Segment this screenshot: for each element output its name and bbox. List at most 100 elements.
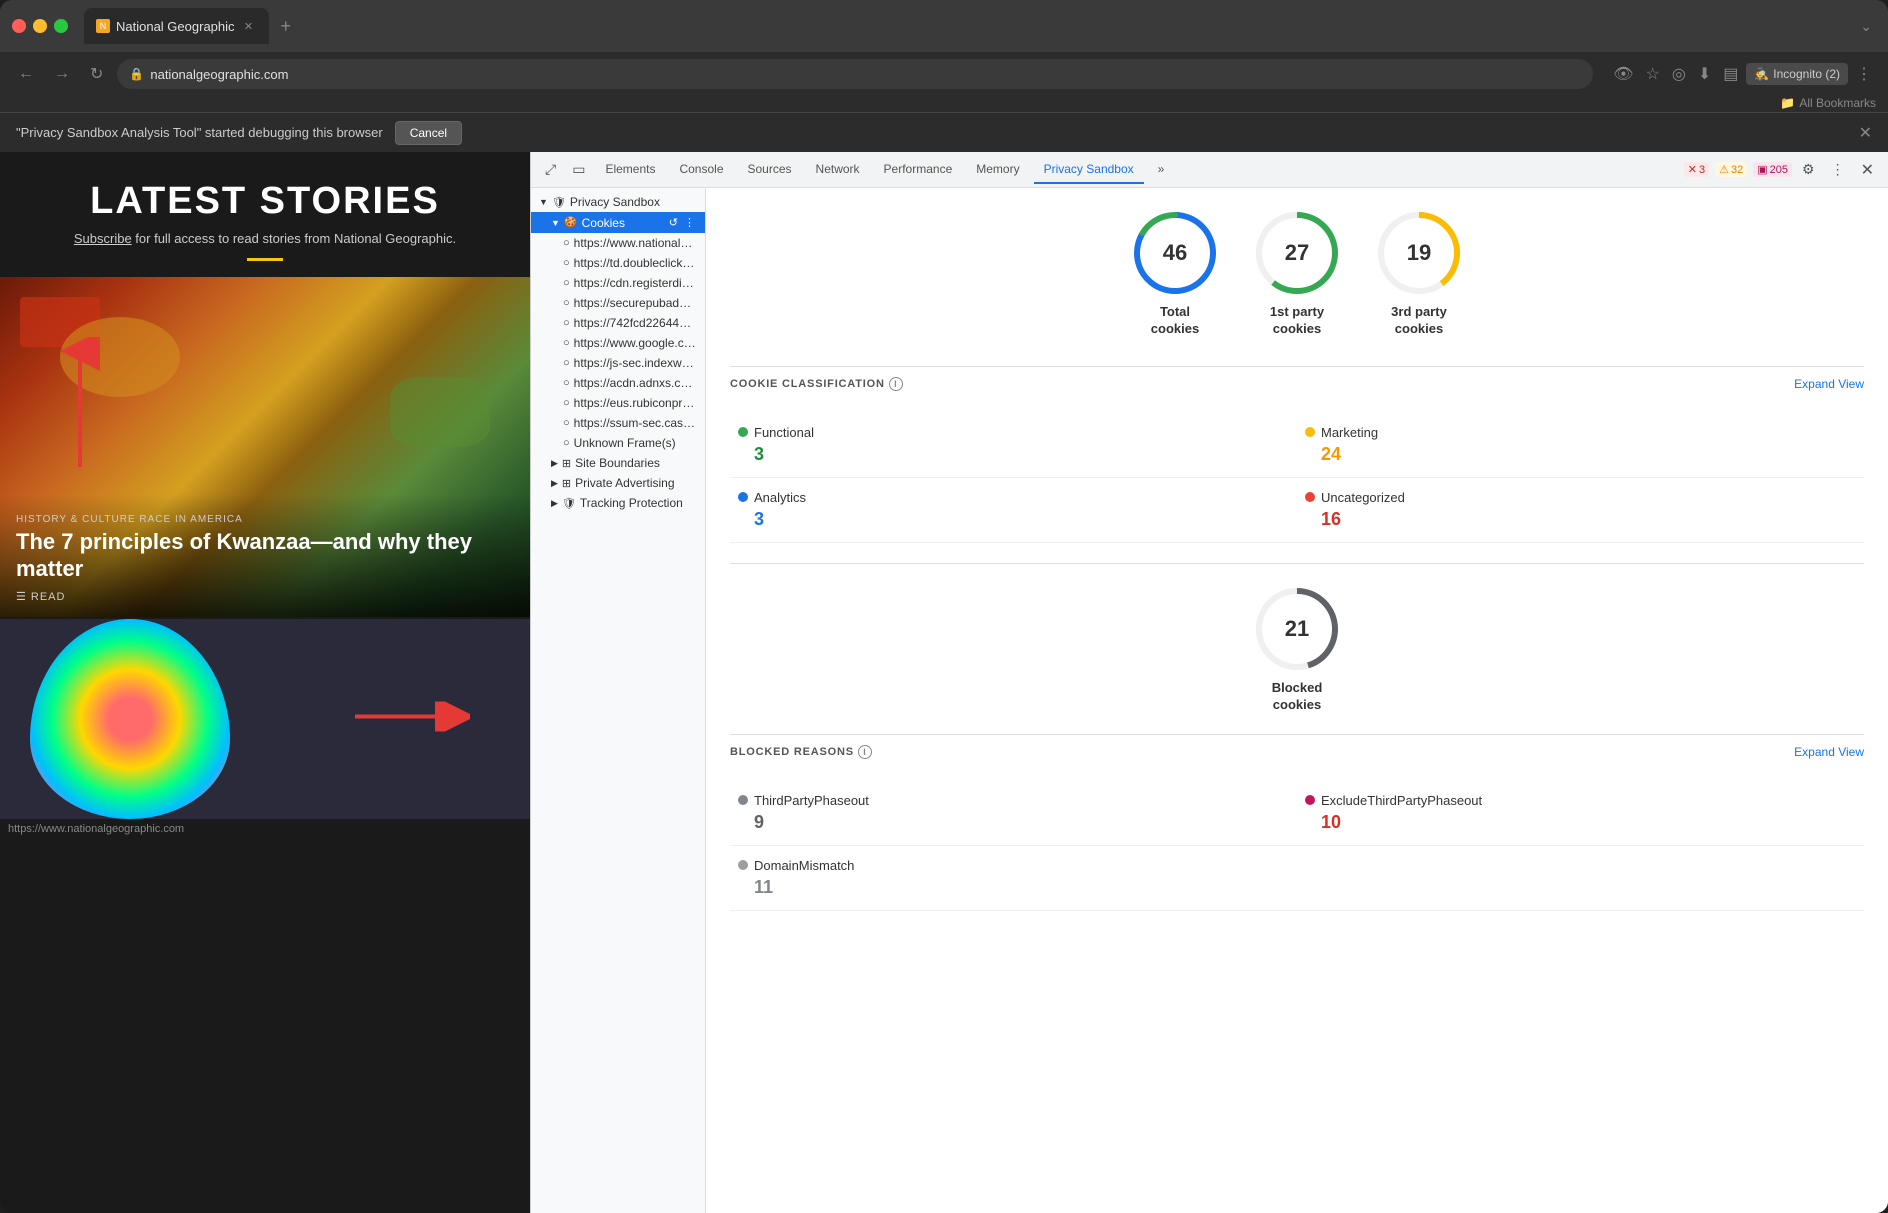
tree-item-cookies[interactable]: ▼ 🍪 Cookies ↺ ⋮	[531, 212, 705, 233]
subscribe-text: Subscribe for full access to read storie…	[20, 231, 510, 246]
lock-icon: 🔒	[129, 67, 144, 81]
close-window-button[interactable]	[12, 19, 26, 33]
tab-console[interactable]: Console	[669, 156, 733, 184]
tree-item-url7[interactable]: ○ https://js-sec.indexww.c...	[531, 353, 705, 373]
maximize-window-button[interactable]	[54, 19, 68, 33]
colorful-skull-image	[30, 619, 230, 819]
blocked-cookies-value: 21	[1285, 616, 1309, 642]
tree-item-url4[interactable]: ○ https://securepubads.g...	[531, 293, 705, 313]
read-label: READ	[31, 591, 66, 603]
tree-item-url9[interactable]: ○ https://eus.rubiconproje...	[531, 393, 705, 413]
hamburger-icon: ☰	[16, 590, 27, 603]
reload-button[interactable]: ↻	[84, 60, 109, 88]
cancel-debug-button[interactable]: Cancel	[395, 121, 462, 145]
tree-item-url8[interactable]: ○ https://acdn.adnxs.com...	[531, 373, 705, 393]
tree-item-tracking-protection[interactable]: ▶ 🛡 Tracking Protection	[531, 493, 705, 513]
blocked-reasons-info-icon[interactable]: i	[858, 745, 872, 759]
tree-label: Cookies	[582, 216, 625, 230]
info-count: 205	[1770, 164, 1788, 176]
minimize-window-button[interactable]	[33, 19, 47, 33]
tree-label: https://www.nationalge...	[574, 236, 697, 250]
tree-label: https://ssum-sec.casale...	[574, 416, 697, 430]
tab-privacy-sandbox[interactable]: Privacy Sandbox	[1034, 156, 1144, 184]
tab-elements[interactable]: Elements	[595, 156, 665, 184]
devtools-badges: ✕ 3 ⚠ 32 ▣ 205	[1684, 162, 1792, 177]
debug-close-button[interactable]: ✕	[1859, 123, 1872, 143]
menu-button[interactable]: ⋮	[1852, 60, 1876, 88]
tree-action-more[interactable]: ⋮	[682, 215, 697, 230]
tree-item-url3[interactable]: ○ https://cdn.registerdisne...	[531, 273, 705, 293]
exclude-third-party-count: 10	[1321, 812, 1856, 833]
tree-item-actions: ↺ ⋮	[667, 215, 697, 230]
back-button[interactable]: ←	[12, 61, 40, 87]
bookmark-star-icon[interactable]: ☆	[1642, 60, 1664, 88]
incognito-button[interactable]: 🕵 Incognito (2)	[1746, 63, 1848, 85]
devtools-panel: ⤢ ▭ Elements Console Sources Network Per…	[530, 152, 1888, 1213]
account-icon[interactable]: ◎	[1668, 60, 1690, 88]
third-party-cookies-label: 3rd partycookies	[1391, 304, 1447, 338]
forward-button[interactable]: →	[48, 61, 76, 87]
eye-off-icon[interactable]: 👁	[1609, 60, 1637, 88]
blocked-reasons-expand-button[interactable]: Expand View	[1794, 745, 1864, 759]
total-cookies-circle: 46	[1130, 208, 1220, 298]
tree-label: https://td.doubleclick.ne...	[574, 256, 697, 270]
browser-tab[interactable]: N National Geographic ✕	[84, 8, 269, 44]
devtools-close-button[interactable]: ✕	[1855, 156, 1880, 184]
warn-count: 32	[1731, 164, 1743, 176]
tree-label: Unknown Frame(s)	[574, 436, 676, 450]
frame-icon: ○	[563, 437, 570, 449]
total-cookies-label: Totalcookies	[1151, 304, 1199, 338]
devtools-pointer-icon[interactable]: ⤢	[539, 157, 562, 182]
devtools-more-button[interactable]: ⋮	[1825, 157, 1851, 182]
marketing-count: 24	[1321, 444, 1856, 465]
devtools-settings-button[interactable]: ⚙	[1796, 157, 1821, 182]
blocked-cookies-circle: 21	[1252, 584, 1342, 674]
tree-item-privacy-sandbox[interactable]: ▼ 🛡 Privacy Sandbox	[531, 192, 705, 212]
tree-item-unknown-frames[interactable]: ○ Unknown Frame(s)	[531, 433, 705, 453]
traffic-lights	[12, 19, 68, 33]
tab-performance[interactable]: Performance	[874, 156, 963, 184]
tab-title: National Geographic	[116, 19, 235, 34]
tab-network[interactable]: Network	[806, 156, 870, 184]
yellow-accent-line	[247, 258, 283, 261]
download-icon[interactable]: ⬇	[1694, 60, 1715, 88]
domain-mismatch-name: DomainMismatch	[738, 858, 1289, 873]
bookmarks-label: 📁	[1780, 96, 1795, 110]
tab-close-button[interactable]: ✕	[241, 18, 257, 34]
address-bar[interactable]: 🔒 nationalgeographic.com	[117, 59, 1593, 89]
incognito-icon: 🕵	[1754, 67, 1769, 81]
tree-label: https://cdn.registerdisne...	[574, 276, 697, 290]
tree-item-url6[interactable]: ○ https://www.google.com...	[531, 333, 705, 353]
tree-item-site-boundaries[interactable]: ▶ ⊞ Site Boundaries	[531, 453, 705, 473]
site-boundaries-icon: ⊞	[562, 457, 571, 470]
uncategorized-dot	[1305, 492, 1315, 502]
sidebar-icon[interactable]: ▤	[1719, 60, 1742, 88]
tree-item-url1[interactable]: ○ https://www.nationalge...	[531, 233, 705, 253]
tree-item-url10[interactable]: ○ https://ssum-sec.casale...	[531, 413, 705, 433]
devtools-device-icon[interactable]: ▭	[566, 157, 591, 182]
warn-icon: ⚠	[1719, 163, 1729, 176]
new-tab-button[interactable]: +	[273, 12, 300, 41]
tree-item-url2[interactable]: ○ https://td.doubleclick.ne...	[531, 253, 705, 273]
tab-scroll-button[interactable]: ⌄	[1856, 14, 1876, 39]
third-party-cookies-circle: 19	[1374, 208, 1464, 298]
tab-memory[interactable]: Memory	[966, 156, 1029, 184]
third-party-phaseout-reason: ThirdPartyPhaseout 9	[730, 781, 1297, 846]
tree-item-url5[interactable]: ○ https://742fcd22644a3c...	[531, 313, 705, 333]
blocked-cookies-label: Blockedcookies	[1272, 680, 1323, 714]
tree-arrow-icon: ▶	[551, 478, 558, 489]
nav-icons: 👁 ☆ ◎ ⬇ ▤ 🕵 Incognito (2) ⋮	[1609, 60, 1876, 88]
tree-item-private-advertising[interactable]: ▶ ⊞ Private Advertising	[531, 473, 705, 493]
tab-sources[interactable]: Sources	[738, 156, 802, 184]
tab-bar: N National Geographic ✕ +	[84, 8, 1848, 44]
private-advertising-icon: ⊞	[562, 477, 571, 490]
subscribe-link[interactable]: Subscribe	[74, 231, 132, 246]
tracking-protection-icon: 🛡	[562, 497, 576, 510]
tree-action-refresh[interactable]: ↺	[667, 215, 680, 230]
read-button[interactable]: ☰ READ	[16, 590, 514, 603]
classification-info-icon[interactable]: i	[889, 377, 903, 391]
tree-label: Private Advertising	[575, 476, 674, 490]
third-party-phaseout-dot	[738, 795, 748, 805]
classification-expand-button[interactable]: Expand View	[1794, 377, 1864, 391]
tab-more[interactable]: »	[1148, 156, 1175, 184]
